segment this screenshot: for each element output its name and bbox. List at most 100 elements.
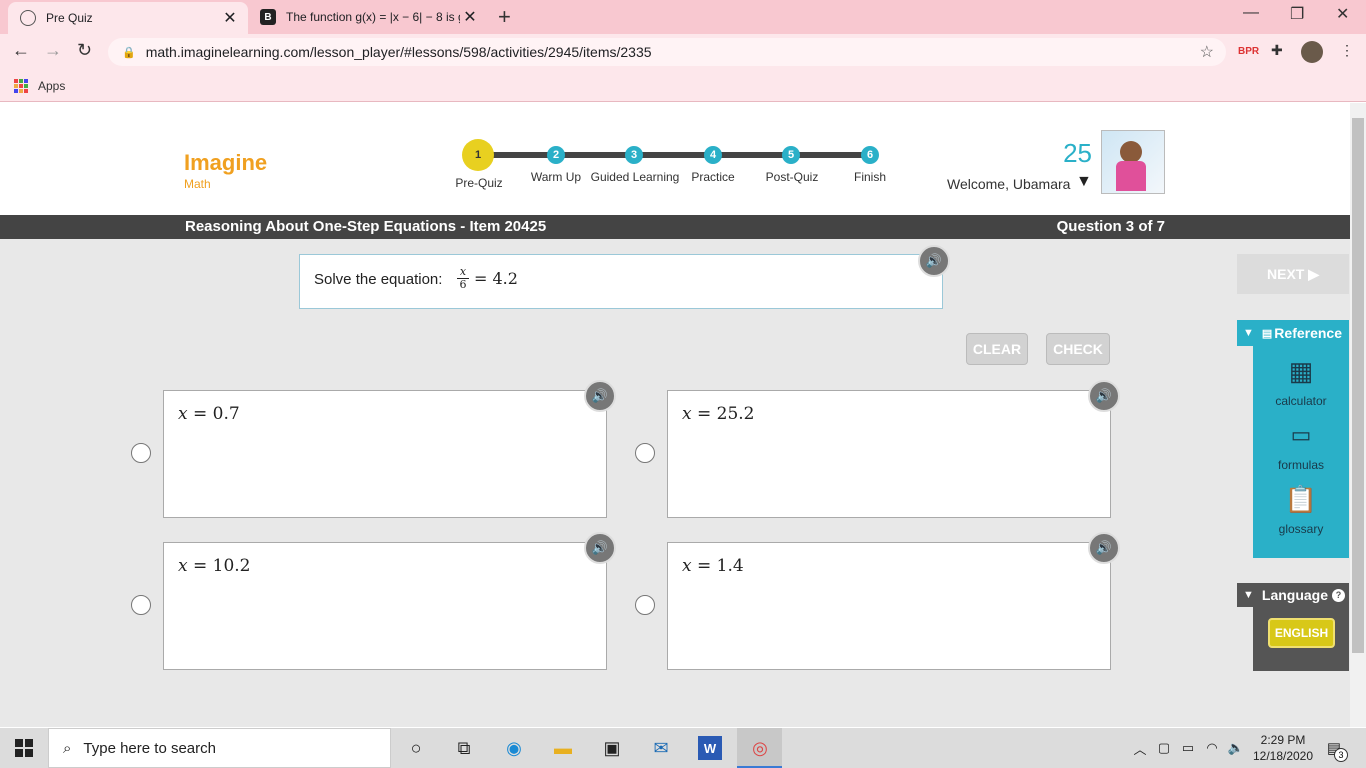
search-placeholder: Type here to search <box>83 739 216 757</box>
glossary-icon[interactable]: 📋 <box>1253 484 1349 515</box>
new-tab-icon[interactable]: + <box>498 4 511 30</box>
task-view-icon[interactable]: ⧉ <box>452 736 476 760</box>
reload-icon[interactable]: ↻ <box>77 40 92 61</box>
forward-icon[interactable]: → <box>44 40 62 61</box>
reference-toggle[interactable]: ▼ ▤ Reference <box>1237 320 1349 346</box>
speaker-icon[interactable]: 🔊 <box>1088 532 1120 564</box>
scrollbar-thumb[interactable] <box>1352 118 1364 653</box>
points-counter: 25 <box>1063 138 1092 168</box>
restore-icon[interactable]: ❐ <box>1290 4 1304 24</box>
welcome-text: Welcome, Ubamara <box>947 176 1071 192</box>
choice-radio-d[interactable] <box>635 595 655 615</box>
collapse-arrow-icon: ▼ <box>1243 327 1254 339</box>
step-label: Warm Up <box>530 170 582 184</box>
chrome-icon[interactable]: ◎ <box>748 736 772 760</box>
mail-icon[interactable]: ✉ <box>649 736 673 760</box>
language-toggle[interactable]: ▼ Language ? <box>1237 583 1349 607</box>
info-icon[interactable]: ? <box>1332 588 1346 602</box>
equation-fraction: x 6 <box>457 266 469 291</box>
lesson-title: Reasoning About One-Step Equations - Ite… <box>185 218 547 235</box>
progress-track <box>478 152 870 158</box>
globe-icon <box>20 10 36 26</box>
logo-title: Imagine <box>184 150 268 175</box>
choice-radio-c[interactable] <box>131 595 151 615</box>
tab-brainly[interactable]: B The function g(x) = |x − 6| − 8 is g ✕ <box>250 0 488 34</box>
glossary-label[interactable]: glossary <box>1253 522 1349 536</box>
english-button[interactable]: ENGLISH <box>1268 618 1335 648</box>
question-counter: Question 3 of 7 <box>1056 218 1165 235</box>
equation-rest: = 4.2 <box>474 269 518 288</box>
brainly-icon: B <box>260 9 276 25</box>
puzzle-extensions-icon[interactable]: ✚ <box>1271 42 1283 59</box>
minimize-icon[interactable]: — <box>1243 4 1259 22</box>
tab-title: The function g(x) = |x − 6| − 8 is g <box>286 10 460 24</box>
clear-button[interactable]: CLEAR <box>966 333 1028 365</box>
lock-icon: 🔒 <box>122 46 136 59</box>
language-title: Language <box>1261 587 1329 603</box>
question-prompt: Solve the equation: <box>314 271 443 288</box>
bookmarks-bar: Apps <box>0 70 1366 102</box>
taskbar-search-box[interactable]: ⌕ Type here to search <box>48 728 391 768</box>
meet-now-icon[interactable]: ▢ <box>1152 736 1176 760</box>
windows-start-icon[interactable] <box>12 736 36 760</box>
step-label: Finish <box>853 170 886 184</box>
tab-title: Pre Quiz <box>46 11 93 25</box>
cortana-icon[interactable]: ○ <box>404 736 428 760</box>
step-label: Post-Quiz <box>765 170 819 184</box>
edge-icon[interactable]: ◉ <box>502 736 526 760</box>
calculator-icon[interactable]: ▦ <box>1253 356 1349 387</box>
step-practice: 4 <box>704 146 722 164</box>
extension-icon[interactable]: BPR <box>1238 46 1259 57</box>
choice-text: x = 10.2 <box>178 556 251 576</box>
speaker-icon[interactable]: 🔊 <box>918 245 950 277</box>
step-warm-up: 2 <box>547 146 565 164</box>
clock-time: 2:29 PM <box>1260 733 1306 747</box>
clock-date: 12/18/2020 <box>1252 749 1314 763</box>
address-bar[interactable]: 🔒 math.imaginelearning.com/lesson_player… <box>108 38 1226 66</box>
formulas-icon[interactable]: ▭ <box>1253 422 1349 448</box>
close-tab-icon[interactable]: ✕ <box>460 7 480 27</box>
step-label: Practice <box>691 170 735 184</box>
menu-dots-icon[interactable]: ⋮ <box>1340 42 1354 59</box>
wifi-icon[interactable]: ◠ <box>1200 736 1224 760</box>
apps-bookmark[interactable]: Apps <box>38 79 65 93</box>
profile-avatar[interactable] <box>1301 41 1323 63</box>
bookmark-star-icon[interactable]: ☆ <box>1200 42 1214 62</box>
step-guided-learning: 3 <box>625 146 643 164</box>
check-button[interactable]: CHECK <box>1046 333 1110 365</box>
next-button[interactable]: NEXT ▶ <box>1237 254 1349 294</box>
choice-radio-a[interactable] <box>131 443 151 463</box>
close-window-icon[interactable]: ✕ <box>1336 4 1349 24</box>
store-icon[interactable]: ▣ <box>600 736 624 760</box>
speaker-icon[interactable]: 🔊 <box>1088 380 1120 412</box>
file-explorer-icon[interactable]: ▬ <box>551 736 575 760</box>
avatar[interactable] <box>1101 130 1165 194</box>
word-icon[interactable]: W <box>698 736 722 760</box>
system-clock[interactable]: 2:29 PM 12/18/2020 <box>1252 732 1314 764</box>
notification-count-badge: 3 <box>1334 748 1348 762</box>
volume-icon[interactable]: 🔈 <box>1224 736 1248 760</box>
reference-book-icon: ▤ <box>1261 327 1273 340</box>
choice-radio-b[interactable] <box>635 443 655 463</box>
step-post-quiz: 5 <box>782 146 800 164</box>
account-dropdown-icon[interactable]: ▼ <box>1076 173 1092 191</box>
calculator-label[interactable]: calculator <box>1253 394 1349 408</box>
choice-text: x = 1.4 <box>682 556 744 576</box>
back-icon[interactable]: ← <box>12 40 30 61</box>
apps-grid-icon <box>14 78 28 93</box>
collapse-arrow-icon: ▼ <box>1243 589 1254 601</box>
speaker-icon[interactable]: 🔊 <box>584 380 616 412</box>
step-finish: 6 <box>861 146 879 164</box>
tab-pre-quiz[interactable]: Pre Quiz ✕ <box>8 2 248 34</box>
reference-title: Reference <box>1274 325 1342 341</box>
battery-icon[interactable]: ▭ <box>1176 736 1200 760</box>
url-text: math.imaginelearning.com/lesson_player/#… <box>145 44 652 60</box>
fraction-denominator: 6 <box>459 278 467 291</box>
choice-text: x = 0.7 <box>178 404 240 424</box>
tray-chevron-icon[interactable]: ︿ <box>1128 736 1152 760</box>
search-icon: ⌕ <box>63 739 72 757</box>
speaker-icon[interactable]: 🔊 <box>584 532 616 564</box>
formulas-label[interactable]: formulas <box>1253 458 1349 472</box>
logo-subtitle: Math <box>184 177 211 191</box>
close-tab-icon[interactable]: ✕ <box>220 8 240 28</box>
